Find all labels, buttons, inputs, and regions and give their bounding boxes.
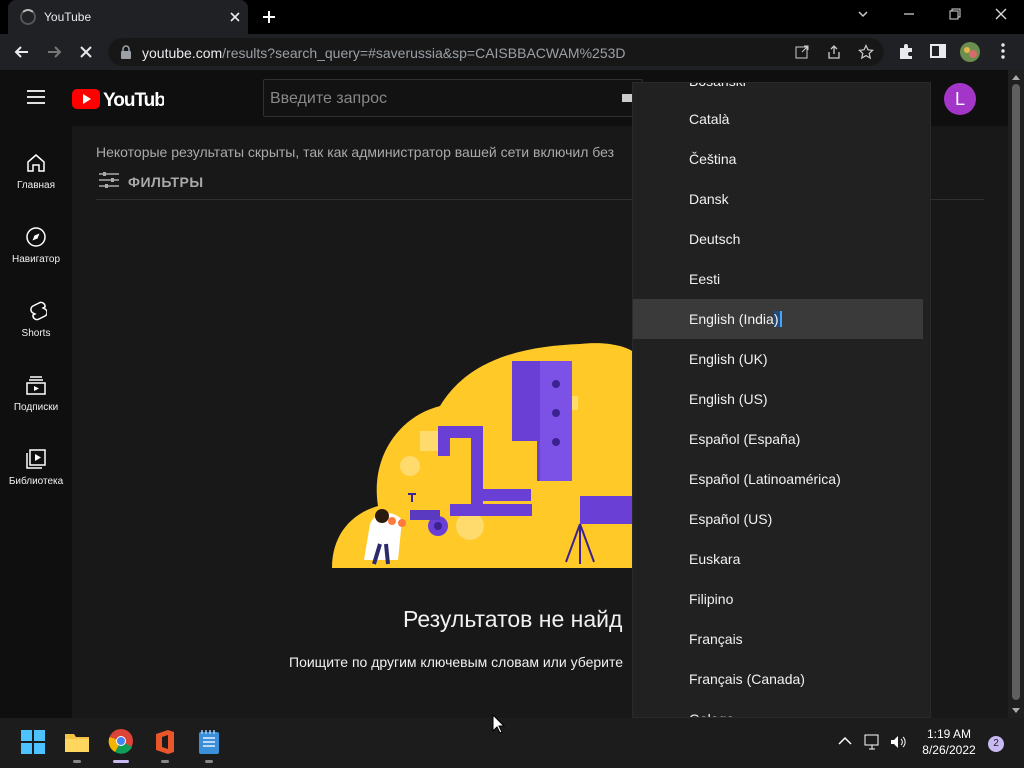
extensions-puzzle-icon[interactable]	[897, 42, 915, 60]
language-item[interactable]: Español (España)	[633, 419, 923, 459]
restore-button[interactable]	[947, 6, 963, 22]
lock-icon[interactable]	[120, 45, 132, 59]
system-clock[interactable]: 1:19 AM 8/26/2022	[916, 726, 982, 758]
language-item[interactable]: Eesti	[633, 259, 923, 299]
language-item[interactable]: Español (Latinoamérica)	[633, 459, 923, 499]
language-item[interactable]: Dansk	[633, 179, 923, 219]
guide-item-home[interactable]: Главная	[0, 136, 72, 210]
file-explorer-icon[interactable]	[64, 730, 90, 754]
app-running-indicator	[161, 760, 169, 763]
language-item[interactable]: Deutsch	[633, 219, 923, 259]
home-icon	[27, 154, 45, 172]
notepad-icon[interactable]	[198, 730, 220, 754]
mouse-pointer-icon	[492, 714, 506, 734]
text-cursor-marker: )	[773, 311, 782, 327]
clock-date: 8/26/2022	[922, 743, 976, 757]
browser-titlebar: YouTube	[0, 0, 1024, 34]
close-window-button[interactable]	[993, 6, 1009, 22]
language-item[interactable]: Español (US)	[633, 499, 923, 539]
hamburger-menu-icon[interactable]	[26, 89, 46, 105]
filters-label: ФИЛЬТРЫ	[128, 174, 204, 190]
compass-icon	[26, 227, 46, 247]
youtube-logo[interactable]: YouTube	[72, 88, 164, 110]
guide-item-shorts[interactable]: Shorts	[0, 284, 72, 358]
language-item[interactable]: English (US)	[633, 379, 923, 419]
library-icon	[26, 449, 46, 469]
no-results-illustration	[330, 336, 632, 568]
stop-loading-icon[interactable]	[76, 42, 96, 62]
restricted-mode-notice: Некоторые результаты скрыты, так как адм…	[96, 144, 615, 160]
guide-item-label: Подписки	[13, 402, 59, 413]
language-item[interactable]: Čeština	[633, 139, 923, 179]
address-bar[interactable]: youtube.com/results?search_query=#saveru…	[108, 38, 884, 66]
subscriptions-icon	[26, 376, 46, 395]
windows-taskbar: 1:19 AM 8/26/2022 2	[0, 718, 1024, 768]
filter-sliders-icon	[98, 170, 120, 190]
url-text: youtube.com/results?search_query=#saveru…	[142, 45, 626, 61]
tab-title: YouTube	[44, 10, 92, 24]
language-item[interactable]: Català	[633, 99, 923, 139]
show-hidden-icons-chevron-icon[interactable]	[838, 736, 852, 746]
bookmark-star-icon[interactable]	[858, 44, 874, 60]
open-in-app-icon[interactable]	[794, 44, 810, 60]
office-icon[interactable]	[154, 730, 176, 754]
no-results-title: Результатов не найд	[403, 606, 623, 632]
language-item[interactable]: Euskara	[633, 539, 923, 579]
no-results-hint: Поищите по другим ключевым словам или уб…	[289, 654, 624, 670]
guide-item-label: Главная	[16, 180, 56, 191]
language-menu[interactable]: Bosanski Català Čeština Dansk Deutsch Ee…	[632, 82, 931, 718]
language-item[interactable]: Galego	[633, 699, 923, 717]
app-active-indicator	[113, 760, 129, 763]
share-icon[interactable]	[826, 44, 842, 60]
browser-toolbar: youtube.com/results?search_query=#saveru…	[0, 34, 1024, 70]
language-item[interactable]: Filipino	[633, 579, 923, 619]
back-arrow-icon[interactable]	[12, 42, 32, 62]
selected-language-label: English (India	[689, 311, 774, 327]
guide-item-label: Навигатор	[11, 254, 61, 265]
language-item-selected[interactable]: English (India)	[633, 299, 923, 339]
browser-tab-youtube[interactable]: YouTube	[8, 0, 248, 34]
guide-sidebar: Главная Навигатор Shorts Подписки Библио…	[0, 126, 72, 718]
search-input[interactable]: Введите запрос	[263, 79, 643, 117]
language-item[interactable]: Français (Canada)	[633, 659, 923, 699]
network-icon[interactable]	[864, 734, 882, 750]
tab-search-chevron-icon[interactable]	[855, 6, 871, 22]
language-item[interactable]: English (UK)	[633, 339, 923, 379]
loading-spinner-icon	[20, 9, 36, 25]
scroll-up-arrow-icon[interactable]	[1012, 74, 1020, 80]
forward-arrow-icon[interactable]	[44, 42, 64, 62]
scrollbar-thumb[interactable]	[1012, 84, 1020, 700]
volume-icon[interactable]	[889, 734, 907, 750]
scroll-down-arrow-icon[interactable]	[1012, 708, 1020, 714]
chrome-menu-icon[interactable]	[995, 42, 1011, 60]
search-placeholder: Введите запрос	[270, 90, 387, 107]
guide-item-explore[interactable]: Навигатор	[0, 210, 72, 284]
profile-avatar-icon[interactable]	[959, 41, 981, 63]
clock-time: 1:19 AM	[926, 727, 972, 741]
account-avatar[interactable]: L	[944, 83, 976, 115]
guide-item-library[interactable]: Библиотека	[0, 432, 72, 506]
shorts-icon	[30, 301, 47, 321]
svg-text:YouTube: YouTube	[103, 90, 164, 110]
windows-start-icon[interactable]	[21, 730, 45, 754]
guide-item-label: Shorts	[21, 328, 51, 339]
minimize-button[interactable]	[901, 6, 917, 22]
chrome-icon[interactable]	[108, 728, 134, 754]
language-item[interactable]: Français	[633, 619, 923, 659]
new-tab-button[interactable]	[260, 8, 278, 26]
guide-item-subscriptions[interactable]: Подписки	[0, 358, 72, 432]
app-running-indicator	[205, 760, 213, 763]
app-running-indicator	[73, 760, 81, 763]
guide-item-label: Библиотека	[8, 476, 64, 487]
notification-badge[interactable]: 2	[988, 736, 1004, 752]
side-panel-icon[interactable]	[929, 42, 947, 60]
page-scrollbar[interactable]	[1008, 70, 1024, 718]
tab-close-icon[interactable]	[227, 9, 243, 25]
